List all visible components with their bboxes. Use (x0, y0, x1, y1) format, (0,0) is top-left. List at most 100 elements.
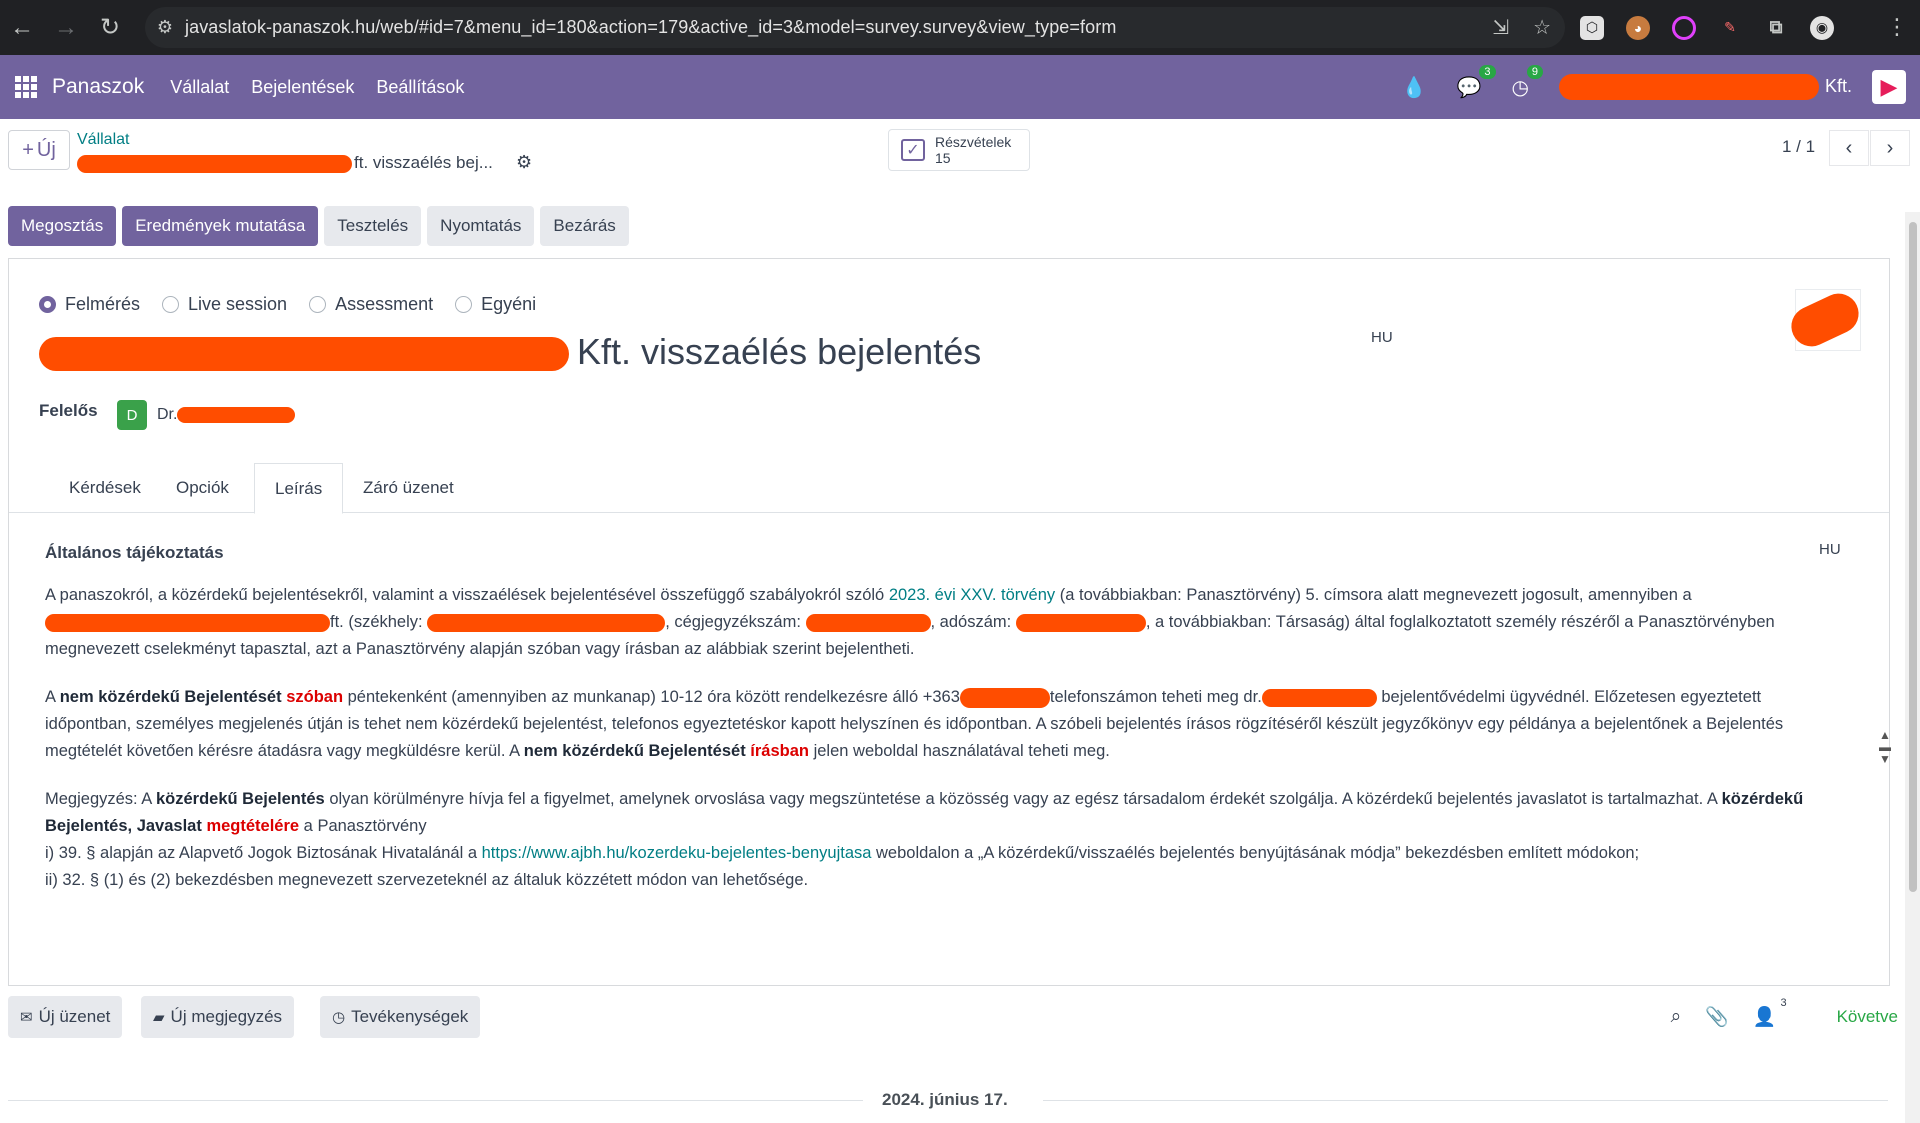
forward-icon[interactable]: → (44, 8, 88, 48)
radio-egyeni[interactable]: Egyéni (455, 294, 536, 315)
company-switcher[interactable]: Kft. (1558, 74, 1852, 100)
paragraph-3: Megjegyzés: A közérdekű Bejelentés olyan… (45, 790, 1804, 889)
user-avatar[interactable]: ▶ (1872, 70, 1906, 104)
tab-kerdesek[interactable]: Kérdések (49, 463, 161, 513)
send-message-button[interactable]: ✉ Új üzenet (8, 996, 123, 1038)
search-icon[interactable]: ⌕ (1671, 1006, 1682, 1028)
radio-unchecked-icon (162, 296, 180, 313)
main-navbar: Panaszok Vállalat Bejelentések Beállítás… (0, 55, 1920, 119)
description-heading: Általános tájékoztatás (45, 543, 224, 562)
stat-label: Részvételek (935, 134, 1012, 150)
messages-badge: 3 (1479, 64, 1496, 79)
activities-badge: 9 (1526, 64, 1543, 79)
pager-next-button[interactable]: › (1870, 130, 1910, 166)
redaction-mark (805, 613, 931, 632)
form-header-buttons: Megosztás Eredmények mutatása Tesztelés … (8, 206, 629, 246)
radio-checked-icon (39, 296, 56, 313)
messages-icon[interactable]: 💬 3 (1457, 64, 1496, 100)
test-button[interactable]: Tesztelés (324, 206, 422, 246)
address-bar[interactable]: ⚙ javaslatok-panaszok.hu/web/#id=7&menu_… (145, 7, 1565, 48)
inner-scroll-arrows[interactable]: ▲ ▬ ▼ (1879, 729, 1891, 765)
law-link[interactable]: 2023. évi XXV. törvény (889, 586, 1055, 604)
separator-line (1043, 1100, 1888, 1101)
page-scrollbar-thumb[interactable] (1909, 222, 1917, 892)
extension-icon[interactable]: ◕ (1626, 15, 1650, 40)
breadcrumb-current: ft. visszaélés bej... (77, 153, 493, 173)
ajbh-link[interactable]: https://www.ajbh.hu/kozerdeku-bejelentes… (482, 844, 872, 862)
paperclip-icon[interactable]: 📎 (1705, 1005, 1729, 1029)
redaction-mark (39, 337, 569, 372)
new-record-button[interactable]: + Új (8, 130, 70, 170)
followers-count: 3 (1780, 997, 1787, 1009)
tab-leiras[interactable]: Leírás (254, 463, 344, 514)
tab-zaro-uzenet[interactable]: Záró üzenet (343, 463, 474, 513)
redaction-mark (427, 613, 666, 632)
redaction-mark (1261, 688, 1377, 707)
survey-image-field[interactable] (1784, 287, 1866, 353)
install-app-icon[interactable]: ⇲ (1492, 15, 1509, 40)
extensions-puzzle-icon[interactable]: ⧉ (1764, 16, 1788, 40)
apps-menu-icon[interactable] (0, 76, 52, 98)
redaction-mark (959, 687, 1050, 708)
bookmark-star-icon[interactable]: ☆ (1533, 15, 1551, 40)
menu-bejelentesek[interactable]: Bejelentések (251, 77, 354, 98)
reload-icon[interactable]: ↻ (88, 8, 132, 48)
profile-avatar[interactable]: ◉ (1810, 15, 1834, 40)
participations-stat-button[interactable]: ✓ Részvételek 15 (888, 129, 1030, 171)
notebook-tabs: Kérdések Opciók Leírás Záró üzenet (9, 463, 1889, 514)
droplet-icon[interactable]: 💧 (1402, 75, 1427, 100)
paragraph-1: A panaszokról, a közérdekű bejelentésekr… (45, 586, 1775, 658)
extension-icon[interactable]: ⬡ (1580, 15, 1604, 40)
radio-felmeres[interactable]: Felmérés (39, 294, 140, 315)
form-sheet: Felmérés Live session Assessment Egyéni … (8, 258, 1891, 986)
separator-line (8, 1100, 863, 1101)
followers-icon[interactable]: 👤 3 (1753, 997, 1787, 1029)
radio-unchecked-icon (455, 296, 473, 313)
clock-icon: ◷ (332, 1009, 346, 1026)
following-button[interactable]: Követve (1837, 1007, 1898, 1027)
log-note-button[interactable]: ▰ Új megjegyzés (141, 996, 295, 1038)
message-date: 2024. június 17. (882, 1090, 1008, 1109)
print-button[interactable]: Nyomtatás (427, 206, 535, 246)
envelope-icon: ✉ (20, 1009, 33, 1026)
url-text[interactable]: javaslatok-panaszok.hu/web/#id=7&menu_id… (185, 17, 1116, 38)
checkbox-icon: ✓ (901, 139, 925, 161)
survey-title-input[interactable]: Kft. visszaélés bejelentés (39, 331, 981, 373)
redaction-mark (45, 613, 330, 632)
stat-value: 15 (935, 150, 951, 166)
browser-menu-icon[interactable]: ⋮ (1886, 14, 1908, 40)
pager-previous-button[interactable]: ‹ (1829, 130, 1869, 166)
radio-live-session[interactable]: Live session (162, 294, 287, 315)
redaction-mark (1558, 74, 1819, 100)
app-brand[interactable]: Panaszok (52, 75, 144, 99)
note-icon: ▰ (153, 1009, 165, 1026)
responsible-field[interactable]: Dr. (157, 406, 296, 424)
message-date-separator: 2024. június 17. (8, 1090, 1888, 1110)
extension-icon[interactable] (1672, 15, 1696, 40)
redaction-mark (1015, 613, 1146, 632)
see-results-button[interactable]: Eredmények mutatása (122, 206, 319, 246)
browser-toolbar: ← → ↻ ⚙ javaslatok-panaszok.hu/web/#id=7… (0, 0, 1920, 55)
paragraph-2: A nem közérdekű Bejelentését szóban pént… (45, 687, 1784, 760)
radio-assessment[interactable]: Assessment (309, 294, 433, 315)
activities-button[interactable]: ◷ Tevékenységek (320, 996, 481, 1038)
extension-icon[interactable]: ✎ (1718, 16, 1742, 40)
description-editor[interactable]: Általános tájékoztatás A panaszokról, a … (45, 539, 1845, 915)
radio-unchecked-icon (309, 296, 327, 313)
menu-vallalat[interactable]: Vállalat (170, 77, 229, 98)
share-button[interactable]: Megosztás (8, 206, 117, 246)
close-button[interactable]: Bezárás (540, 206, 629, 246)
pager-value[interactable]: 1 / 1 (1782, 137, 1815, 157)
title-language-toggle[interactable]: HU (1371, 329, 1393, 346)
menu-beallitasok[interactable]: Beállítások (376, 77, 464, 98)
breadcrumb-parent[interactable]: Vállalat (77, 131, 129, 149)
activities-clock-icon[interactable]: ◷ 9 (1512, 64, 1543, 100)
chatter-toolbar: ✉ Új üzenet ▰ Új megjegyzés ◷ Tevékenységek… (8, 996, 1898, 1042)
tab-opciok[interactable]: Opciók (156, 463, 249, 513)
site-info-icon[interactable]: ⚙ (145, 17, 185, 38)
gear-icon[interactable]: ⚙ (516, 152, 532, 173)
back-icon[interactable]: ← (0, 8, 44, 48)
redaction-mark (177, 406, 296, 423)
control-panel: + Új Vállalat ft. visszaélés bej... ⚙ ✓ R… (0, 119, 1920, 204)
redaction-mark (1784, 287, 1866, 353)
